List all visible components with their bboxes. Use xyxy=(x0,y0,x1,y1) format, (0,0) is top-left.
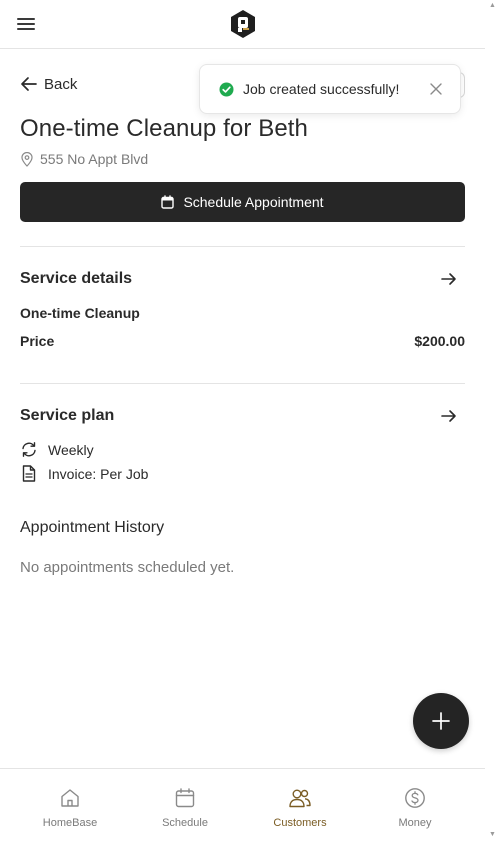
add-fab-button[interactable] xyxy=(413,693,469,749)
bottom-nav: HomeBase Schedule Customers Money xyxy=(0,768,485,845)
dollar-circle-icon xyxy=(405,788,425,808)
job-address: 555 No Appt Blvd xyxy=(20,151,148,167)
scrollbar[interactable]: ▲ ▼ xyxy=(485,0,500,845)
schedule-appointment-label: Schedule Appointment xyxy=(183,194,324,210)
price-value: $200.00 xyxy=(414,333,465,349)
nav-item-homebase[interactable]: HomeBase xyxy=(25,787,115,831)
service-name: One-time Cleanup xyxy=(20,305,140,321)
nav-label-schedule: Schedule xyxy=(162,817,208,829)
hamburger-icon[interactable] xyxy=(17,17,35,31)
arrow-right-icon[interactable] xyxy=(440,408,458,424)
nav-label-homebase: HomeBase xyxy=(42,817,98,829)
arrow-right-icon[interactable] xyxy=(440,271,458,287)
nav-label-money: Money xyxy=(398,817,432,829)
address-text: 555 No Appt Blvd xyxy=(40,151,149,167)
repeat-icon xyxy=(22,442,36,457)
nav-item-schedule[interactable]: Schedule xyxy=(140,787,230,831)
appointment-history-empty: No appointments scheduled yet. xyxy=(20,559,235,576)
service-plan-title: Service plan xyxy=(20,407,115,424)
plus-icon xyxy=(432,712,450,730)
calendar-icon xyxy=(175,788,195,808)
service-details-title: Service details xyxy=(20,270,133,287)
check-circle-icon xyxy=(219,82,234,97)
invoice-text: Invoice: Per Job xyxy=(48,465,149,482)
users-icon xyxy=(289,789,311,808)
back-label: Back xyxy=(44,75,78,93)
scroll-down-arrow-icon[interactable]: ▼ xyxy=(489,831,496,838)
app-screen: Back Job created successfully! One-time … xyxy=(0,0,485,845)
brand-logo-icon[interactable] xyxy=(229,9,257,39)
location-pin-icon xyxy=(21,151,33,167)
close-icon[interactable] xyxy=(430,83,442,95)
document-icon xyxy=(22,465,36,482)
home-icon xyxy=(61,789,79,807)
nav-label-customers: Customers xyxy=(273,817,327,829)
divider xyxy=(20,246,465,247)
appointment-history-title: Appointment History xyxy=(20,519,165,536)
calendar-icon xyxy=(161,195,175,209)
arrow-left-icon xyxy=(21,77,37,91)
frequency-text: Weekly xyxy=(48,441,94,458)
nav-item-customers[interactable]: Customers xyxy=(255,787,345,831)
divider xyxy=(20,383,465,384)
success-toast: Job created successfully! xyxy=(199,64,461,114)
top-bar xyxy=(0,0,485,49)
nav-item-money[interactable]: Money xyxy=(370,787,460,831)
back-button[interactable]: Back xyxy=(20,75,77,93)
schedule-appointment-button[interactable]: Schedule Appointment xyxy=(20,182,465,222)
page-title: One-time Cleanup for Beth xyxy=(20,115,308,142)
price-label: Price xyxy=(20,333,55,349)
plan-invoice: Invoice: Per Job xyxy=(20,465,148,482)
toast-message: Job created successfully! xyxy=(243,81,400,97)
plan-frequency: Weekly xyxy=(20,441,94,458)
scroll-up-arrow-icon[interactable]: ▲ xyxy=(489,2,496,9)
